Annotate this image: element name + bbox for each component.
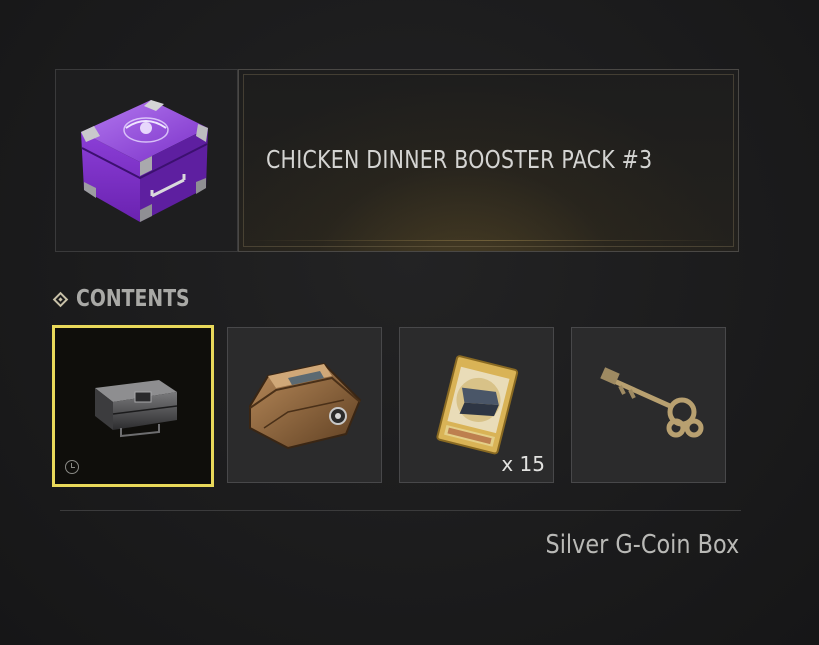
content-slot-gcoin-coupon[interactable]: x 15: [399, 327, 554, 483]
clock-icon: [65, 460, 79, 474]
pack-header: CHICKEN DINNER BOOSTER PACK #3: [55, 69, 739, 252]
content-slot-bronze-crate[interactable]: [227, 327, 382, 483]
diamond-icon: [52, 291, 69, 307]
key-icon: [600, 367, 704, 438]
quantity-label: x 15: [501, 452, 545, 476]
pack-title: CHICKEN DINNER BOOSTER PACK #3: [266, 145, 653, 174]
bronze-crate-icon: [249, 362, 362, 450]
content-slot-key[interactable]: [571, 327, 726, 483]
content-slot-silver-gcoin-box[interactable]: [52, 325, 214, 487]
selected-item-name: Silver G-Coin Box: [545, 530, 739, 560]
purple-crate-icon: [81, 100, 208, 222]
divider: [60, 510, 741, 511]
pack-title-panel: CHICKEN DINNER BOOSTER PACK #3: [238, 69, 739, 252]
contents-label: CONTENTS: [76, 286, 190, 312]
silver-gcoin-box-icon: [95, 380, 178, 438]
pack-thumbnail: [55, 69, 238, 252]
contents-header: CONTENTS: [52, 285, 215, 313]
